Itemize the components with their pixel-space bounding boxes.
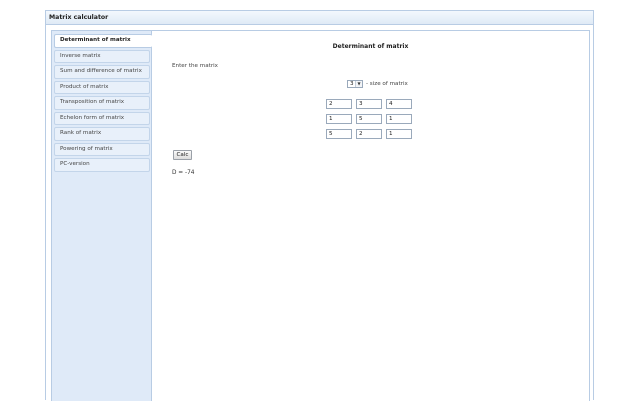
sidebar-item-pc-version[interactable]: PC-version xyxy=(54,158,150,172)
matrix-cell-2-0[interactable]: 5 xyxy=(326,129,352,139)
sidebar-item-determinant[interactable]: Determinant of matrix xyxy=(54,34,152,48)
sidebar-item-inverse[interactable]: Inverse matrix xyxy=(54,49,150,63)
matrix-cell-0-0[interactable]: 2 xyxy=(326,99,352,109)
matrix-cell-0-1[interactable]: 3 xyxy=(356,99,382,109)
matrix-cell-2-1[interactable]: 2 xyxy=(356,129,382,139)
sidebar-item-product[interactable]: Product of matrix xyxy=(54,80,150,94)
sidebar-item-transposition[interactable]: Transposition of matrix xyxy=(54,96,150,110)
page-title: Determinant of matrix xyxy=(332,43,409,50)
matrix-cell-1-2[interactable]: 1 xyxy=(386,114,412,124)
size-select-value: 3 xyxy=(350,80,354,87)
matrix-cell-1-1[interactable]: 5 xyxy=(356,114,382,124)
matrix-cell-1-0[interactable]: 1 xyxy=(326,114,352,124)
chevron-down-icon: ▼ xyxy=(355,80,362,87)
sidebar-item-sum-difference[interactable]: Sum and difference of matrix xyxy=(54,65,150,79)
matrix-cell-0-2[interactable]: 4 xyxy=(386,99,412,109)
size-row: 3 ▼ - size of matrix xyxy=(347,79,408,88)
app-window: Matrix calculator Determinant of matrix … xyxy=(45,10,594,401)
enter-matrix-label: Enter the matrix xyxy=(172,63,218,69)
sidebar-item-rank[interactable]: Rank of matrix xyxy=(54,127,150,141)
determinant-result: D = -74 xyxy=(172,170,195,176)
content-area: Determinant of matrix Enter the matrix 3… xyxy=(152,31,589,401)
size-label: - size of matrix xyxy=(366,80,408,87)
size-select[interactable]: 3 ▼ xyxy=(347,79,363,88)
app-title: Matrix calculator xyxy=(46,11,593,25)
sidebar-item-powering[interactable]: Powering of matrix xyxy=(54,142,150,156)
sidebar-item-echelon[interactable]: Echelon form of matrix xyxy=(54,111,150,125)
calc-button[interactable]: Calc xyxy=(173,150,192,160)
main-panel: Determinant of matrix Inverse matrix Sum… xyxy=(51,30,590,401)
sidebar: Determinant of matrix Inverse matrix Sum… xyxy=(52,31,152,401)
matrix-cell-2-2[interactable]: 1 xyxy=(386,129,412,139)
